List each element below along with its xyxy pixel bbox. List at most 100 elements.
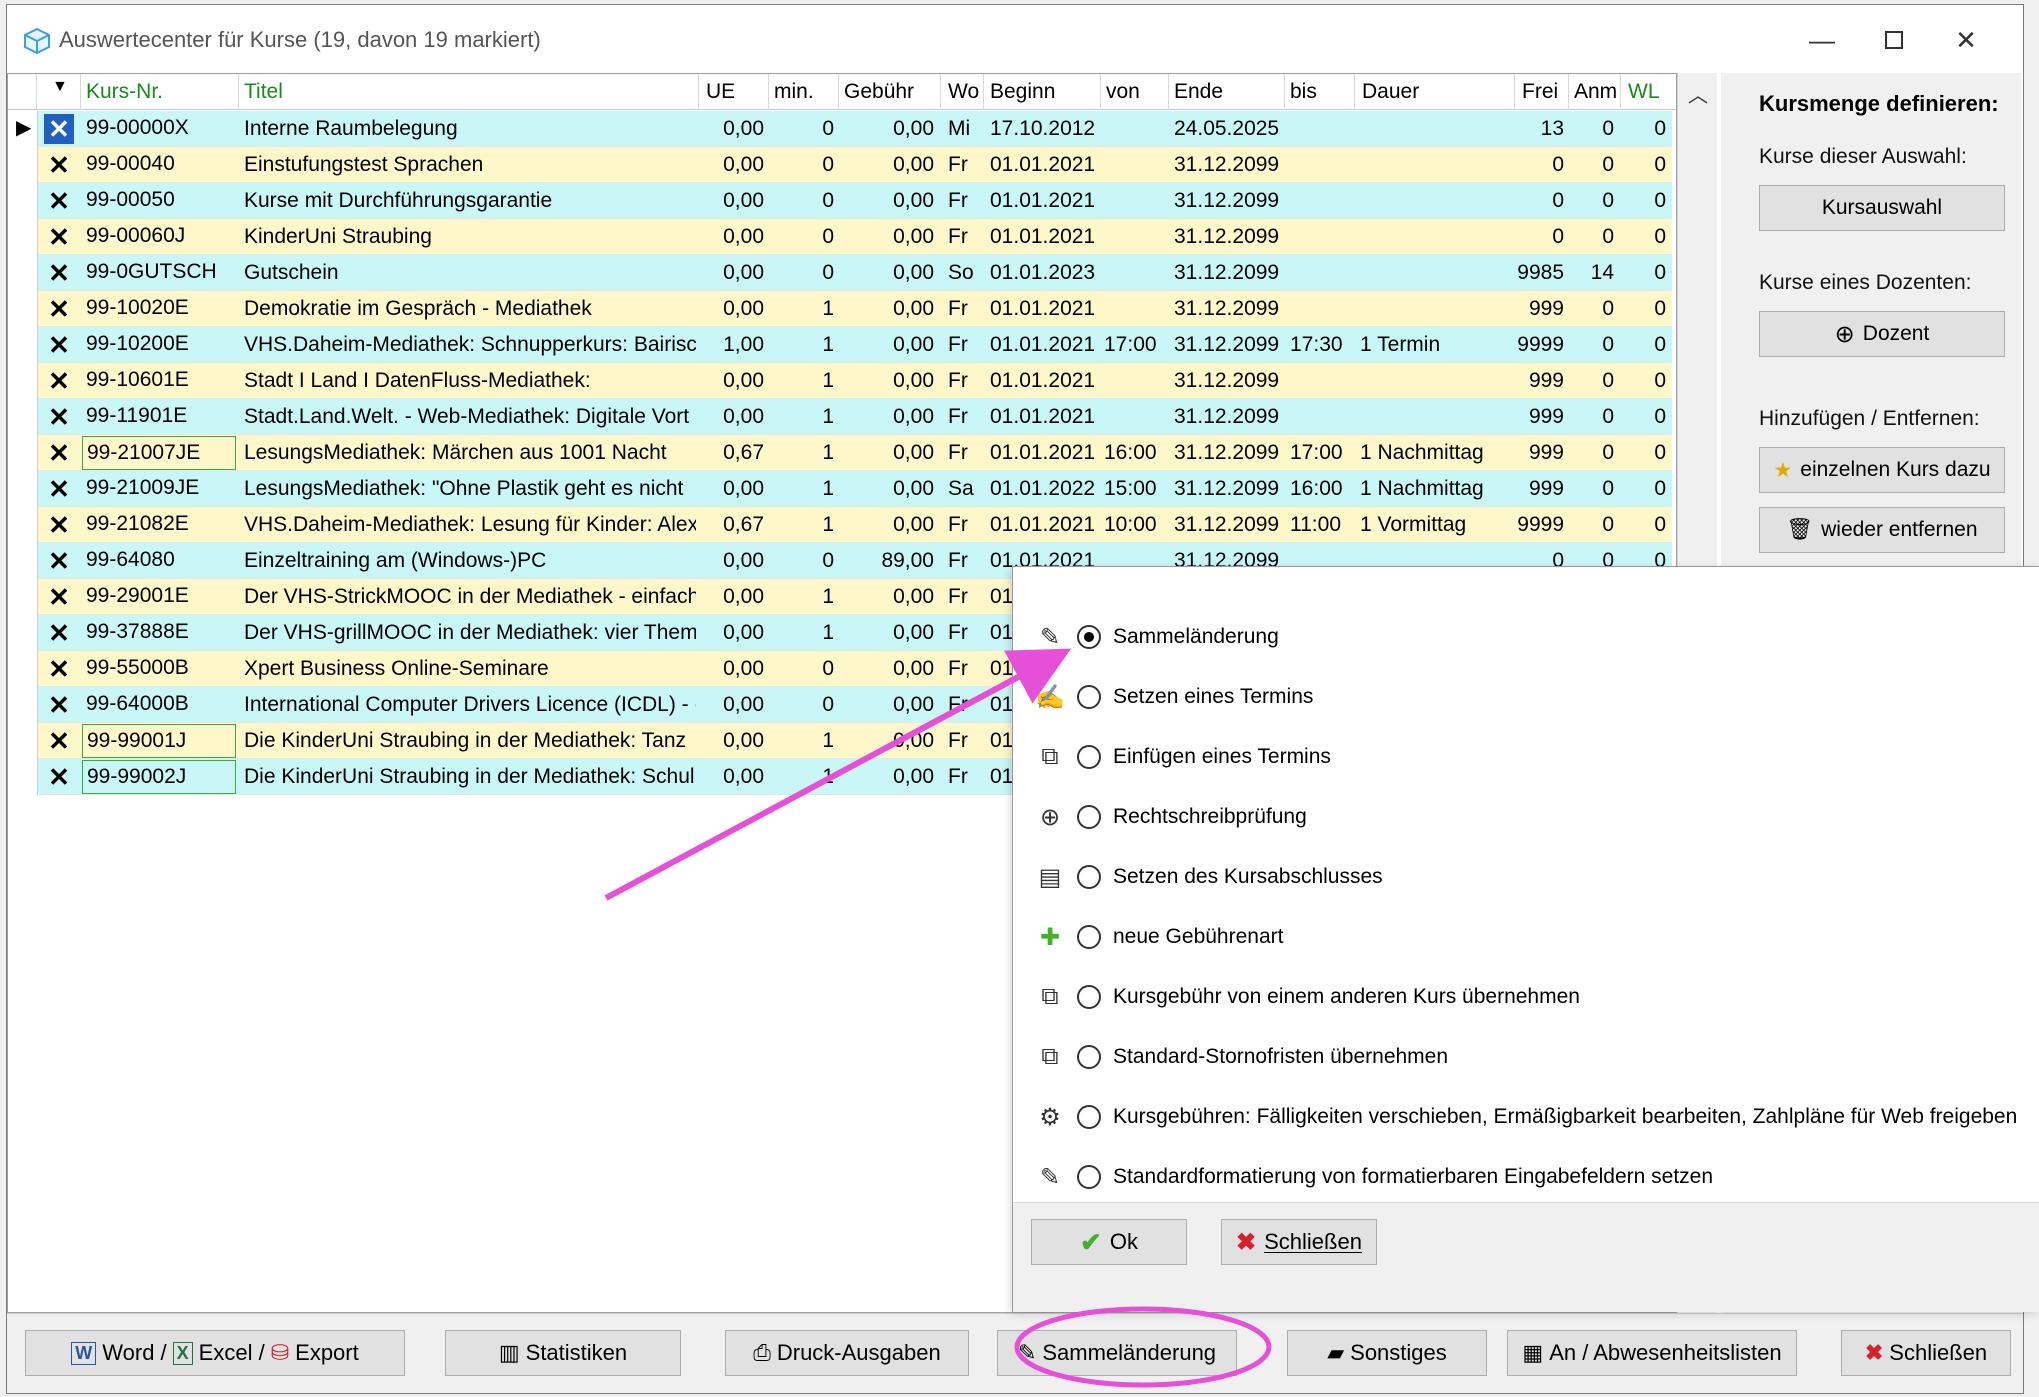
beginn-cell[interactable]: 01.01.2021 bbox=[990, 189, 1098, 213]
ende-cell[interactable]: 31.12.2099 bbox=[1174, 225, 1282, 249]
beginn-cell[interactable]: 01.01.2021 bbox=[990, 225, 1098, 249]
mark-x-icon[interactable]: ✕ bbox=[44, 222, 74, 252]
gebuehr-cell[interactable]: 0,00 bbox=[838, 729, 934, 753]
ue-cell[interactable]: 0,00 bbox=[702, 549, 764, 573]
titel-cell[interactable]: Xpert Business Online-Seminare bbox=[244, 657, 696, 681]
kurs-nr-cell[interactable]: 99-64080 bbox=[82, 544, 236, 578]
wo-cell[interactable]: Fr bbox=[948, 225, 982, 249]
row-selector[interactable] bbox=[8, 651, 38, 687]
column-header[interactable]: Frei bbox=[1522, 80, 1558, 104]
statistiken-button[interactable]: ▥ Statistiken bbox=[445, 1330, 681, 1376]
column-separator[interactable] bbox=[1100, 74, 1101, 110]
wo-cell[interactable]: Fr bbox=[948, 153, 982, 177]
min-cell[interactable]: 1 bbox=[768, 621, 834, 645]
kurs-nr-cell[interactable]: 99-10601E bbox=[82, 364, 236, 398]
anm-cell[interactable]: 0 bbox=[1570, 513, 1614, 537]
kurs-nr-cell[interactable]: 99-00040 bbox=[82, 148, 236, 182]
popup-option[interactable]: ✎ Sammeländerung bbox=[1033, 617, 1279, 657]
titel-cell[interactable]: Gutschein bbox=[244, 261, 696, 285]
dauer-cell[interactable]: 1 Nachmittag bbox=[1360, 477, 1510, 501]
table-row[interactable]: ✕ 99-00050 Kurse mit Durchführungsgarantie… bbox=[8, 183, 1672, 219]
row-selector[interactable]: ▶ bbox=[8, 111, 38, 147]
maximize-button[interactable] bbox=[1859, 15, 1929, 65]
anm-cell[interactable]: 0 bbox=[1570, 369, 1614, 393]
table-row[interactable]: ✕ 99-21007JE LesungsMediathek: Märchen aus… bbox=[8, 435, 1672, 471]
mark-x-icon[interactable]: ✕ bbox=[44, 330, 74, 360]
anm-cell[interactable]: 0 bbox=[1570, 225, 1614, 249]
wl-cell[interactable]: 0 bbox=[1622, 225, 1666, 249]
option-radio[interactable] bbox=[1077, 925, 1101, 949]
wl-cell[interactable]: 0 bbox=[1622, 369, 1666, 393]
option-label[interactable]: Standard-Stornofristen übernehmen bbox=[1113, 1045, 1448, 1069]
ende-cell[interactable]: 31.12.2099 bbox=[1174, 513, 1282, 537]
wo-cell[interactable]: So bbox=[948, 261, 982, 285]
titel-cell[interactable]: Einstufungstest Sprachen bbox=[244, 153, 696, 177]
min-cell[interactable]: 0 bbox=[768, 225, 834, 249]
ende-cell[interactable]: 31.12.2099 bbox=[1174, 189, 1282, 213]
anwesenheitslisten-button[interactable]: ▦ An / Abwesenheitslisten bbox=[1507, 1330, 1797, 1376]
beginn-cell[interactable]: 01.01.2021 bbox=[990, 297, 1098, 321]
ende-cell[interactable]: 31.12.2099 bbox=[1174, 297, 1282, 321]
row-selector[interactable] bbox=[8, 363, 38, 399]
column-header[interactable]: Gebühr bbox=[844, 80, 914, 104]
gebuehr-cell[interactable]: 0,00 bbox=[838, 405, 934, 429]
gebuehr-cell[interactable]: 0,00 bbox=[838, 297, 934, 321]
row-selector[interactable] bbox=[8, 507, 38, 543]
mark-x-icon[interactable]: ✕ bbox=[44, 510, 74, 540]
min-cell[interactable]: 1 bbox=[768, 333, 834, 357]
mark-x-icon[interactable]: ✕ bbox=[44, 186, 74, 216]
option-label[interactable]: Setzen eines Termins bbox=[1113, 685, 1313, 709]
ende-cell[interactable]: 31.12.2099 bbox=[1174, 441, 1282, 465]
ue-cell[interactable]: 0,00 bbox=[702, 261, 764, 285]
wl-cell[interactable]: 0 bbox=[1622, 261, 1666, 285]
wo-cell[interactable]: Fr bbox=[948, 765, 982, 789]
min-cell[interactable]: 1 bbox=[768, 405, 834, 429]
gebuehr-cell[interactable]: 0,00 bbox=[838, 189, 934, 213]
wo-cell[interactable]: Fr bbox=[948, 585, 982, 609]
column-separator[interactable] bbox=[1514, 74, 1515, 110]
column-separator[interactable] bbox=[238, 74, 239, 110]
dozent-button[interactable]: ⊕ Dozent bbox=[1759, 311, 2005, 357]
frei-cell[interactable]: 9999 bbox=[1516, 513, 1564, 537]
scroll-up-icon[interactable]: ︿ bbox=[1678, 79, 1718, 109]
row-selector[interactable] bbox=[8, 579, 38, 615]
anm-cell[interactable]: 0 bbox=[1570, 189, 1614, 213]
option-radio[interactable] bbox=[1077, 985, 1101, 1009]
von-cell[interactable]: 17:00 bbox=[1104, 333, 1166, 357]
ende-cell[interactable]: 31.12.2099 bbox=[1174, 261, 1282, 285]
titel-cell[interactable]: Kurse mit Durchführungsgarantie bbox=[244, 189, 696, 213]
kurs-nr-cell[interactable]: 99-00050 bbox=[82, 184, 236, 218]
wl-cell[interactable]: 0 bbox=[1622, 477, 1666, 501]
row-selector[interactable] bbox=[8, 615, 38, 651]
bis-cell[interactable]: 16:00 bbox=[1290, 477, 1352, 501]
option-radio[interactable] bbox=[1077, 865, 1101, 889]
kurs-nr-cell[interactable]: 99-21082E bbox=[82, 508, 236, 542]
frei-cell[interactable]: 999 bbox=[1516, 477, 1564, 501]
min-cell[interactable]: 1 bbox=[768, 297, 834, 321]
wl-cell[interactable]: 0 bbox=[1622, 297, 1666, 321]
option-label[interactable]: Standardformatierung von formatierbaren … bbox=[1113, 1165, 1713, 1189]
option-radio[interactable] bbox=[1077, 685, 1101, 709]
gebuehr-cell[interactable]: 0,00 bbox=[838, 513, 934, 537]
column-header[interactable]: Beginn bbox=[990, 80, 1055, 104]
table-row[interactable]: ✕ 99-0GUTSCH Gutschein 0,00 0 0,00 So 01.01.202… bbox=[8, 255, 1672, 291]
wl-cell[interactable]: 0 bbox=[1622, 189, 1666, 213]
column-separator[interactable] bbox=[1354, 74, 1355, 110]
column-header[interactable]: von bbox=[1106, 80, 1140, 104]
beginn-cell[interactable]: 01.01.2022 bbox=[990, 477, 1098, 501]
option-radio[interactable] bbox=[1077, 1105, 1101, 1129]
gebuehr-cell[interactable]: 0,00 bbox=[838, 441, 934, 465]
row-selector[interactable] bbox=[8, 687, 38, 723]
anm-cell[interactable]: 0 bbox=[1570, 333, 1614, 357]
mark-x-icon[interactable]: ✕ bbox=[44, 582, 74, 612]
mark-x-icon[interactable]: ✕ bbox=[44, 690, 74, 720]
ue-cell[interactable]: 1,00 bbox=[702, 333, 764, 357]
min-cell[interactable]: 0 bbox=[768, 261, 834, 285]
mark-x-icon[interactable]: ✕ bbox=[44, 438, 74, 468]
min-cell[interactable]: 1 bbox=[768, 765, 834, 789]
gebuehr-cell[interactable]: 89,00 bbox=[838, 549, 934, 573]
sammelaenderung-button[interactable]: ✎ Sammeländerung bbox=[997, 1330, 1237, 1376]
kurs-nr-cell[interactable]: 99-64000B bbox=[82, 688, 236, 722]
sort-arrow-icon[interactable]: ▼ bbox=[52, 78, 68, 96]
mark-x-icon[interactable]: ✕ bbox=[44, 294, 74, 324]
